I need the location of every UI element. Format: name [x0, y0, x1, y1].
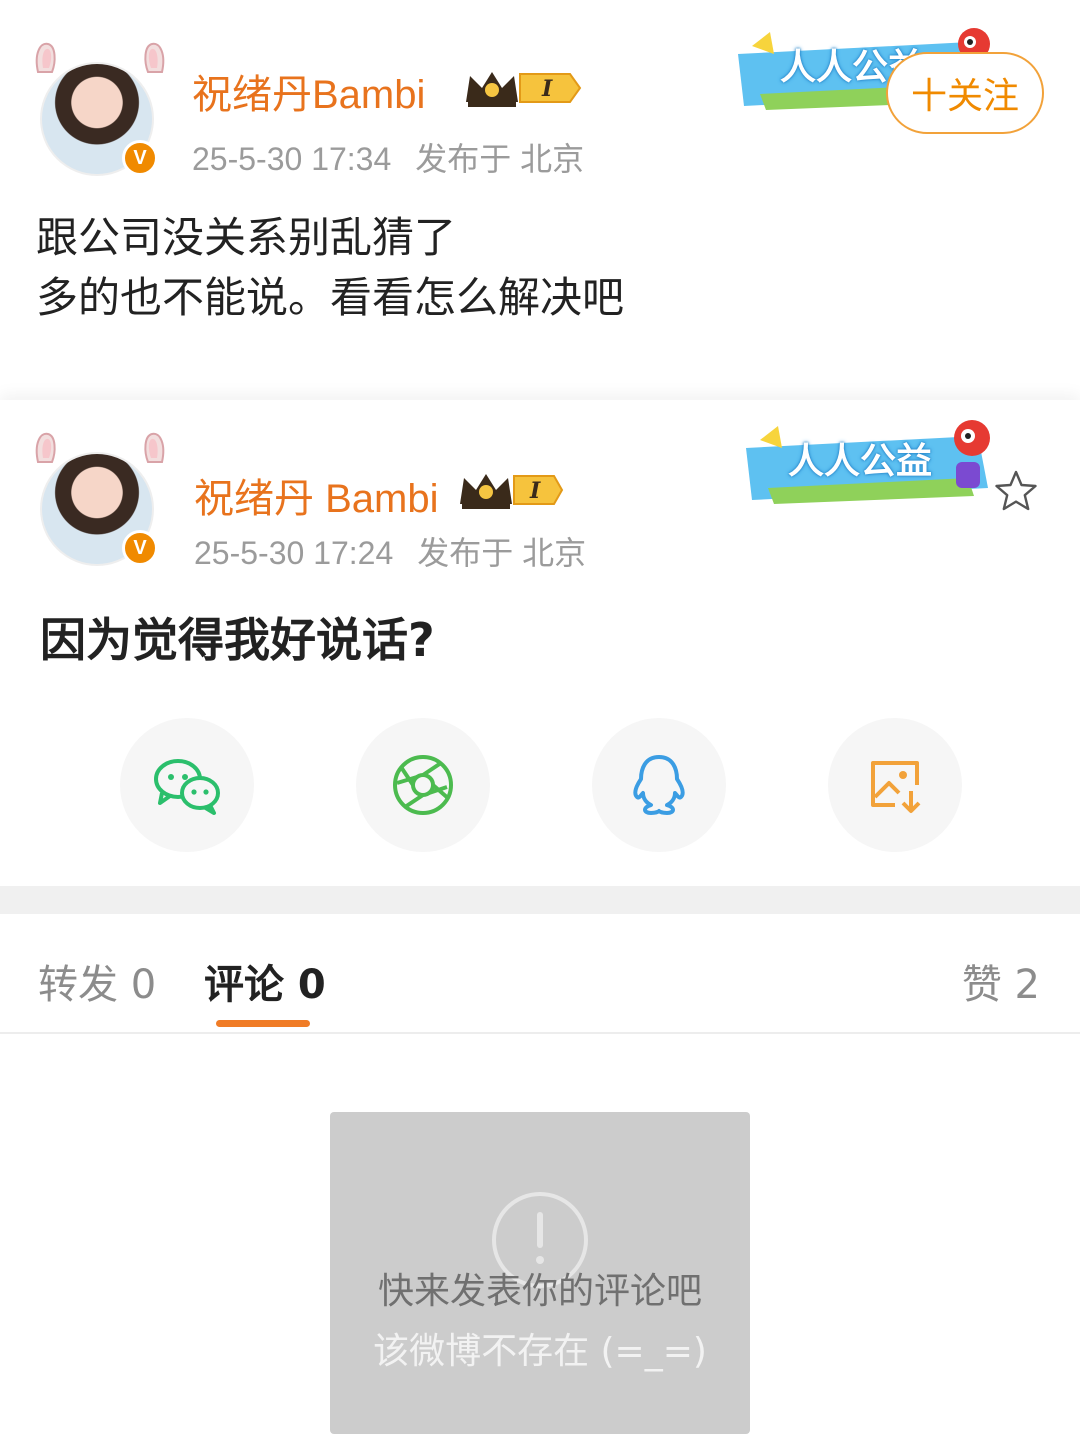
post-text-line: 多的也不能说。看看怎么解决吧: [36, 273, 625, 322]
username[interactable]: 祝绪丹 Bambi: [194, 466, 439, 524]
share-wechat-button[interactable]: [120, 718, 254, 852]
post-timestamp: 25-5-30 17:34: [192, 141, 392, 177]
verified-badge-icon: V: [122, 530, 158, 566]
verified-badge-icon: V: [122, 140, 158, 176]
save-image-button[interactable]: [828, 718, 962, 852]
tab-comments[interactable]: 评论 0: [204, 952, 326, 1010]
tab-likes[interactable]: 赞 2: [962, 952, 1040, 1010]
avatar[interactable]: V: [28, 40, 168, 180]
tab-repost[interactable]: 转发 0: [38, 952, 156, 1010]
error-message: 该微博不存在 (=_=): [373, 1331, 707, 1372]
moments-icon: [393, 755, 453, 815]
level-badge: I: [541, 76, 553, 102]
avatar[interactable]: V: [28, 430, 168, 570]
follow-button[interactable]: 十关注: [886, 52, 1044, 134]
post-meta: 25-5-30 17:34 发布于 北京: [192, 134, 584, 180]
share-qq-button[interactable]: [592, 718, 726, 852]
post-location: 发布于 北京: [415, 141, 585, 177]
bunny-ear-left-icon: [35, 42, 56, 73]
section-divider: [0, 886, 1080, 914]
main-post: V 祝绪丹 Bambi I 25-5-30 17:24 发布于 北京 人人公益 因…: [0, 400, 1080, 886]
qq-icon: [633, 755, 685, 815]
active-tab-indicator: [216, 1020, 310, 1027]
post-location: 发布于 北京: [417, 535, 587, 571]
username[interactable]: 祝绪丹Bambi: [192, 62, 425, 120]
empty-state-message: 快来发表你的评论吧: [377, 1271, 702, 1312]
post-text: 跟公司没关系别乱猜了 多的也不能说。看看怎么解决吧: [36, 208, 624, 328]
save-image-icon: [871, 761, 921, 813]
wechat-icon: [154, 759, 220, 815]
bunny-ear-right-icon: [144, 42, 165, 73]
level-badge: I: [529, 478, 541, 504]
charity-banner[interactable]: 人人公益: [738, 418, 1008, 518]
quoted-post: V 祝绪丹Bambi I 25-5-30 17:34 发布于 北京 人人公益 十关…: [0, 0, 1080, 400]
star-favorite-icon[interactable]: [992, 468, 1040, 516]
empty-comment-state: 快来发表你的评论吧 该微博不存在 (=_=): [330, 1112, 750, 1434]
charity-banner-text: 人人公益: [788, 441, 933, 482]
vip-crown-icon: I: [466, 72, 582, 107]
vip-crown-icon: I: [460, 474, 564, 509]
share-row: [0, 718, 1080, 854]
post-meta: 25-5-30 17:24 发布于 北京: [194, 528, 586, 574]
bunny-ear-right-icon: [144, 432, 165, 463]
bunny-ear-left-icon: [35, 432, 56, 463]
post-text: 因为觉得我好说话?: [40, 613, 435, 667]
post-text-line: 跟公司没关系别乱猜了: [36, 213, 457, 262]
share-moments-button[interactable]: [356, 718, 490, 852]
post-timestamp: 25-5-30 17:24: [194, 535, 394, 571]
interaction-tabs: 转发 0 评论 0 赞 2: [0, 914, 1080, 1034]
